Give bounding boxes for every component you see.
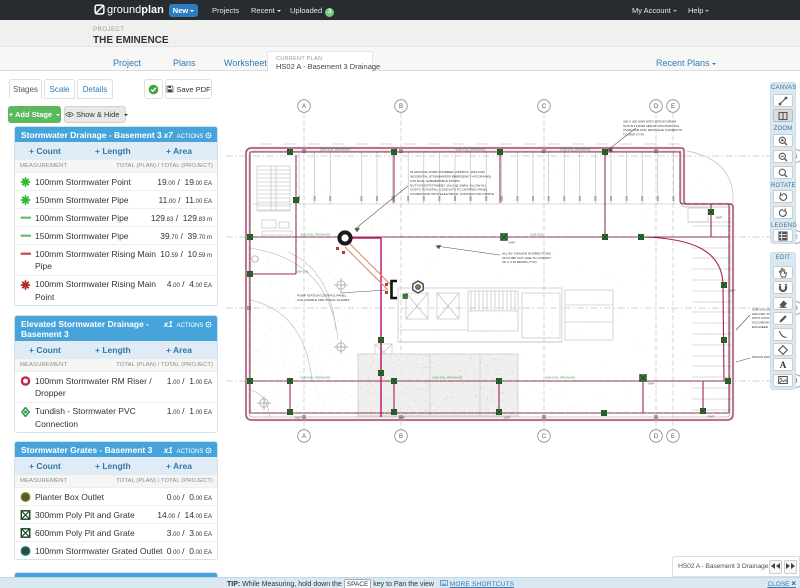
svg-text:SWP: SWP: [648, 382, 655, 386]
svg-text:SUB-SOIL DRAINAGE: SUB-SOIL DRAINAGE: [545, 376, 575, 380]
svg-text:SWP: SWP: [504, 416, 511, 420]
svg-text:SWP: SWP: [509, 241, 516, 245]
svg-text:SUB-SOIL: SUB-SOIL: [530, 233, 544, 237]
svg-text:B: B: [399, 434, 403, 440]
svg-text:SUB-SOIL DRAINAGE: SUB-SOIL DRAINAGE: [300, 376, 330, 380]
svg-text:D: D: [654, 104, 659, 110]
svg-text:ENGINEER: ENGINEER: [752, 325, 769, 329]
svg-text:D: D: [654, 434, 659, 440]
svg-text:OF 2 X 45 BENDS (TYP): OF 2 X 45 BENDS (TYP): [502, 260, 537, 264]
svg-text:C: C: [542, 434, 547, 440]
svg-text:SWP: SWP: [708, 415, 715, 419]
svg-text:A: A: [302, 434, 306, 440]
svg-text:SWP: SWP: [716, 216, 723, 220]
svg-text:COORDINATE WITH ELECTRICAL CON: COORDINATE WITH ELECTRICAL CONTRACTOR ON…: [410, 192, 494, 196]
svg-text:SWP: SWP: [295, 416, 302, 420]
svg-text:SPOON DRA: SPOON DRA: [752, 355, 772, 359]
svg-text:SUB-SOIL: SUB-SOIL: [295, 270, 309, 274]
svg-text:C/W AUDIBLE AND VISUAL ALARMS: C/W AUDIBLE AND VISUAL ALARMS: [297, 298, 349, 302]
svg-text:C: C: [542, 104, 547, 110]
svg-text:SUB-SOIL DRAINAGE: SUB-SOIL DRAINAGE: [455, 147, 485, 151]
svg-text:SUB-SOIL DRAINAGE: SUB-SOIL DRAINAGE: [560, 147, 590, 151]
svg-text:SWP: SWP: [729, 289, 736, 293]
svg-text:SUB-SOIL DRAINAGE: SUB-SOIL DRAINAGE: [300, 233, 330, 237]
svg-text:SWP: SWP: [399, 416, 406, 420]
svg-text:B: B: [399, 104, 403, 110]
svg-text:SUB-SOIL DRAINAGE: SUB-SOIL DRAINAGE: [320, 147, 350, 151]
svg-text:E: E: [671, 104, 675, 110]
svg-text:E: E: [671, 434, 675, 440]
svg-text:A: A: [302, 104, 306, 110]
svg-text:SUB-SOIL DRAINAGE: SUB-SOIL DRAINAGE: [432, 376, 462, 380]
